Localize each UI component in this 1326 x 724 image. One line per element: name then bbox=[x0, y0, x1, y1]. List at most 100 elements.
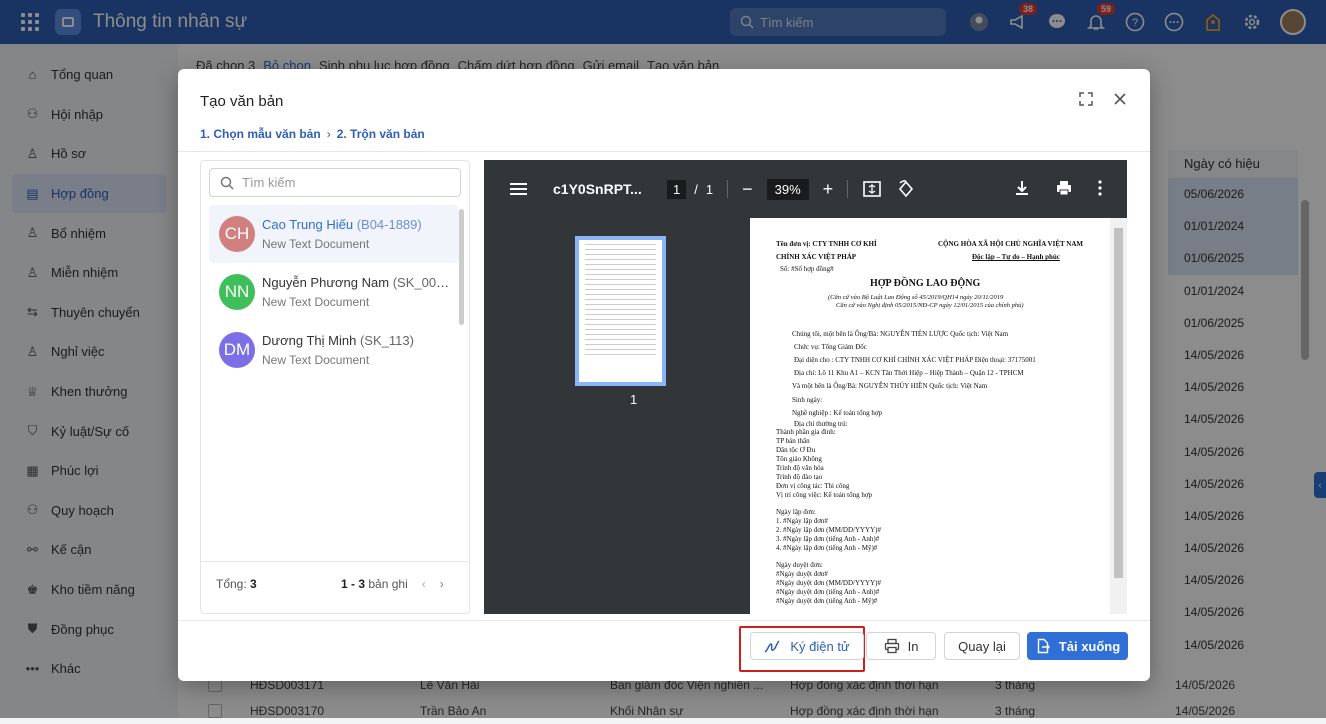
template-name: New Text Document bbox=[262, 295, 370, 309]
page-range: 1 - 3 bbox=[341, 577, 366, 591]
employee-search-input[interactable]: Tìm kiếm bbox=[209, 168, 461, 197]
doc-line: Và một bên là Ông/Bà: NGUYỄN THÚY HIỀN Q… bbox=[792, 382, 988, 390]
pagination: 1 - 3 bản ghi ‹ › bbox=[341, 577, 444, 591]
pdf-page: Tên đơn vị: CTY TNHH CƠ KHÍ CỘNG HÒA XÃ … bbox=[750, 218, 1127, 614]
next-page-icon[interactable]: › bbox=[440, 577, 444, 591]
employee-name: Dương Thị Minh bbox=[262, 333, 357, 348]
employee-code: (B04-1889) bbox=[356, 217, 422, 232]
expand-icon[interactable] bbox=[1078, 91, 1094, 107]
menu-icon[interactable] bbox=[510, 180, 527, 198]
doc-basis-2: Căn cứ vào Nghị định 05/2015/NĐ-CP ngày … bbox=[836, 302, 1024, 309]
page-total: 1 bbox=[705, 181, 714, 197]
search-placeholder: Tìm kiếm bbox=[242, 175, 296, 190]
signature-icon bbox=[764, 640, 780, 653]
create-document-modal: Tạo văn bản 1. Chọn mẫu văn bản › 2. Trộ… bbox=[178, 69, 1150, 681]
doc-company-line2: CHÍNH XÁC VIỆT PHÁP bbox=[776, 253, 857, 261]
doc-line: TP bản thân bbox=[776, 437, 810, 445]
back-button[interactable]: Quay lại bbox=[944, 632, 1020, 660]
total-value: 3 bbox=[250, 577, 257, 591]
doc-line: 3. #Ngày lập đơn (tiếng Anh - Anh)# bbox=[776, 535, 880, 543]
zoom-controls: − 39% + bbox=[742, 178, 834, 200]
download-button[interactable]: Tải xuống bbox=[1027, 632, 1128, 660]
pdf-viewer: c1Y0SnRPT... 1 / 1 − 39% + 1 Tên đơn vị:… bbox=[484, 160, 1127, 614]
print-button[interactable]: In bbox=[866, 632, 936, 660]
doc-line: Địa chỉ thường trú: bbox=[794, 420, 848, 428]
page-separator: / bbox=[694, 181, 698, 197]
zoom-out-icon[interactable]: − bbox=[742, 179, 753, 200]
template-name: New Text Document bbox=[262, 237, 370, 251]
doc-line: Chúng tôi, một bên là Ông/Bà: NGUYỄN TIẾ… bbox=[792, 330, 1009, 338]
printer-icon bbox=[884, 638, 899, 654]
list-item[interactable]: DM Dương Thị Minh (SK_113) New Text Docu… bbox=[209, 321, 459, 379]
list-scrollbar[interactable] bbox=[459, 209, 464, 325]
doc-line: Vị trí công việc: Kế toán tổng hợp bbox=[776, 491, 873, 499]
pdf-toolbar: c1Y0SnRPT... 1 / 1 − 39% + bbox=[484, 160, 1127, 218]
divider bbox=[178, 620, 1150, 621]
doc-motto: Độc lập – Tự do – Hạnh phúc bbox=[972, 253, 1060, 261]
doc-line: 1. #Ngày lập đơn# bbox=[776, 517, 828, 525]
list-item[interactable]: NN Nguyễn Phương Nam (SK_008... New Text… bbox=[209, 263, 459, 321]
pdf-filename: c1Y0SnRPT... bbox=[553, 181, 642, 197]
employee-name: Cao Trung Hiếu bbox=[262, 217, 354, 232]
divider bbox=[201, 561, 469, 562]
employee-code: (SK_008... bbox=[392, 275, 452, 290]
doc-line: Ngày duyệt đơn: bbox=[776, 561, 823, 569]
avatar: NN bbox=[219, 274, 255, 310]
doc-line: Địa chỉ: Lô 11 Khu A1 – KCN Tân Thới Hiệ… bbox=[794, 369, 1024, 377]
export-file-icon bbox=[1037, 638, 1050, 654]
doc-line: Thành phần gia đình: bbox=[776, 428, 836, 436]
thumbnail-sidebar: 1 bbox=[484, 218, 750, 614]
doc-line: #Ngày duyệt đơn (MM/DD/YYYY)# bbox=[776, 579, 881, 587]
prev-page-icon[interactable]: ‹ bbox=[422, 577, 426, 591]
e-sign-label: Ký điện tử bbox=[790, 638, 850, 654]
breadcrumb: 1. Chọn mẫu văn bản › 2. Trộn văn bản bbox=[200, 127, 425, 141]
print-icon[interactable] bbox=[1055, 179, 1073, 197]
step-merge-document[interactable]: 2. Trộn văn bản bbox=[337, 127, 425, 141]
avatar: CH bbox=[219, 216, 255, 252]
doc-basis-1: (Căn cứ vào Bộ Luật Lao Động số 45/2019/… bbox=[828, 294, 1004, 301]
doc-national-title: CỘNG HÒA XÃ HỘI CHỦ NGHĨA VIỆT NAM bbox=[938, 240, 1084, 248]
doc-number: Số: #Số hợp đồng# bbox=[780, 265, 834, 273]
employee-list-panel: Tìm kiếm CH Cao Trung Hiếu (B04-1889) Ne… bbox=[200, 160, 470, 614]
template-name: New Text Document bbox=[262, 353, 370, 367]
doc-line: Chức vụ: Tổng Giám Đốc bbox=[794, 343, 867, 351]
doc-line: Tôn giáo Không bbox=[776, 455, 822, 463]
doc-line: Trình độ đào tạo bbox=[776, 473, 823, 481]
download-label: Tải xuống bbox=[1058, 638, 1121, 654]
doc-line: #Ngày duyệt đơn# bbox=[776, 570, 828, 578]
page-thumbnail[interactable] bbox=[575, 236, 666, 386]
pdf-scrollbar[interactable] bbox=[1110, 218, 1127, 614]
search-icon bbox=[220, 176, 234, 190]
doc-line: Đơn vị công tác: Thi công bbox=[776, 482, 850, 490]
close-icon[interactable] bbox=[1112, 91, 1128, 107]
doc-company-line: Tên đơn vị: CTY TNHH CƠ KHÍ bbox=[776, 240, 877, 248]
more-vertical-icon[interactable] bbox=[1097, 179, 1103, 197]
divider bbox=[727, 180, 729, 198]
doc-line: Trình độ văn hóa bbox=[776, 464, 824, 472]
total-label: Tổng: bbox=[216, 577, 247, 591]
modal-title: Tạo văn bản bbox=[200, 93, 284, 110]
e-sign-button[interactable]: Ký điện tử bbox=[750, 632, 864, 660]
page-indicator: 1 / 1 bbox=[667, 179, 714, 199]
employee-code: (SK_113) bbox=[359, 333, 414, 348]
page-range-suffix: bản ghi bbox=[368, 577, 408, 591]
doc-line: Dân tộc Ơ Đu bbox=[776, 446, 816, 454]
doc-line: Ngày lập đơn: bbox=[776, 508, 816, 516]
employee-name: Nguyễn Phương Nam bbox=[262, 275, 390, 290]
zoom-level[interactable]: 39% bbox=[766, 178, 809, 200]
doc-line: Đại diện cho : CTY TNHH CƠ KHÍ CHÍNH XÁC… bbox=[794, 356, 1036, 364]
page-number-input[interactable]: 1 bbox=[667, 179, 687, 199]
total-count: Tổng: 3 bbox=[216, 577, 257, 591]
zoom-in-icon[interactable]: + bbox=[823, 179, 834, 200]
print-label: In bbox=[907, 638, 919, 654]
doc-line: 4. #Ngày lập đơn (tiếng Anh - Mỹ)# bbox=[776, 544, 878, 552]
rotate-icon[interactable] bbox=[896, 179, 916, 199]
download-icon[interactable] bbox=[1013, 179, 1031, 197]
list-item[interactable]: CH Cao Trung Hiếu (B04-1889) New Text Do… bbox=[209, 205, 459, 263]
avatar: DM bbox=[219, 332, 255, 368]
doc-line: Nghề nghiệp : Kế toán tổng hợp bbox=[792, 409, 883, 417]
fit-page-icon[interactable] bbox=[862, 179, 882, 199]
divider bbox=[178, 151, 1150, 152]
doc-line: 2. #Ngày lập đơn (MM/DD/YYYY)# bbox=[776, 526, 881, 534]
step-select-template[interactable]: 1. Chọn mẫu văn bản bbox=[200, 127, 321, 141]
